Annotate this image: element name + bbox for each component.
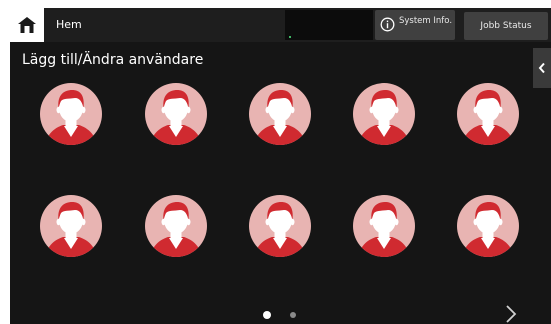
page-indicator-dot-1[interactable] bbox=[263, 311, 271, 319]
user-tile[interactable] bbox=[456, 82, 520, 146]
user-grid bbox=[10, 8, 551, 324]
user-tile[interactable] bbox=[352, 194, 416, 258]
user-silhouette-icon bbox=[249, 83, 311, 145]
user-silhouette-icon bbox=[145, 83, 207, 145]
user-silhouette-icon bbox=[145, 195, 207, 257]
user-tile[interactable] bbox=[39, 82, 103, 146]
user-silhouette-icon bbox=[353, 83, 415, 145]
user-tile[interactable] bbox=[144, 194, 208, 258]
user-tile[interactable] bbox=[248, 194, 312, 258]
user-silhouette-icon bbox=[40, 83, 102, 145]
user-silhouette-icon bbox=[249, 195, 311, 257]
user-tile[interactable] bbox=[248, 82, 312, 146]
screen: Hem System Info. Jobb Status Lägg till/Ä… bbox=[10, 8, 551, 324]
user-tile[interactable] bbox=[456, 194, 520, 258]
user-silhouette-icon bbox=[457, 195, 519, 257]
user-silhouette-icon bbox=[353, 195, 415, 257]
user-silhouette-icon bbox=[40, 195, 102, 257]
user-tile[interactable] bbox=[144, 82, 208, 146]
next-page-arrow-icon[interactable] bbox=[504, 304, 518, 324]
user-tile[interactable] bbox=[352, 82, 416, 146]
user-tile[interactable] bbox=[39, 194, 103, 258]
user-silhouette-icon bbox=[457, 83, 519, 145]
page-indicator-dot-2[interactable] bbox=[290, 312, 296, 318]
